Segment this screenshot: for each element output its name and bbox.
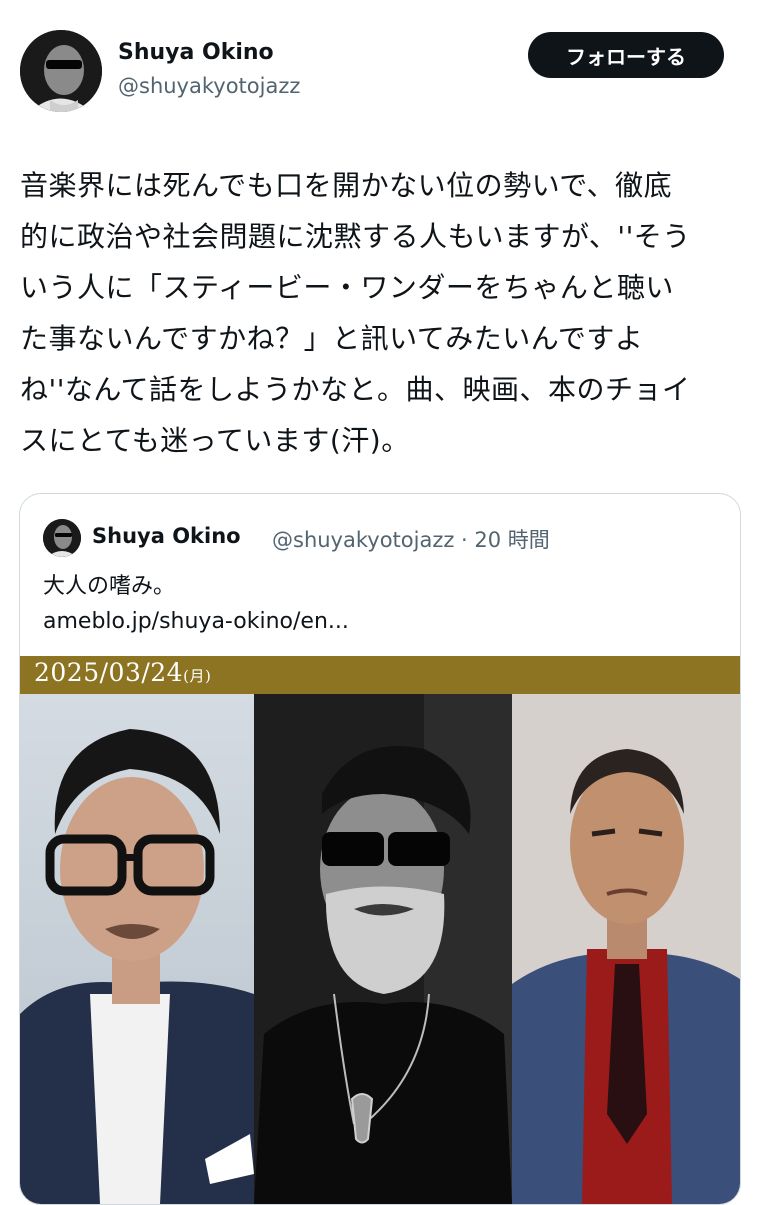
quoted-link[interactable]: ameblo.jp/shuya-okino/en... <box>43 609 349 634</box>
tweet-text: 音楽界には死んでも口を開かない位の勢いで、徹底 的に政治や社会問題に沈黙する人も… <box>20 169 691 457</box>
author-handle[interactable]: @shuyakyotojazz <box>118 74 300 98</box>
banner-date: 2025/03/24(月) <box>34 658 211 687</box>
date-banner: 2025/03/24(月) <box>20 656 740 694</box>
author-name[interactable]: Shuya Okino <box>118 40 274 65</box>
portrait-right <box>512 694 740 1204</box>
author-avatar[interactable] <box>20 30 102 112</box>
tweet-header: Shuya Okino @shuyakyotojazz フォローする <box>0 0 759 130</box>
banner-date-text: 2025/03/24 <box>34 658 184 687</box>
quoted-author-name: Shuya Okino <box>92 524 241 548</box>
portrait-left <box>20 694 254 1204</box>
portrait-middle <box>254 694 512 1204</box>
banner-day: (月) <box>183 667 212 685</box>
quoted-handle-time: @shuyakyotojazz · 20 時間 <box>272 528 550 552</box>
quoted-image[interactable] <box>20 694 740 1204</box>
quoted-tweet-card[interactable]: Shuya Okino @shuyakyotojazz · 20 時間 大人の嗜… <box>19 493 741 1205</box>
quoted-text: 大人の嗜み。 <box>43 574 176 599</box>
follow-button[interactable]: フォローする <box>528 32 724 78</box>
quoted-author-avatar <box>43 519 81 557</box>
